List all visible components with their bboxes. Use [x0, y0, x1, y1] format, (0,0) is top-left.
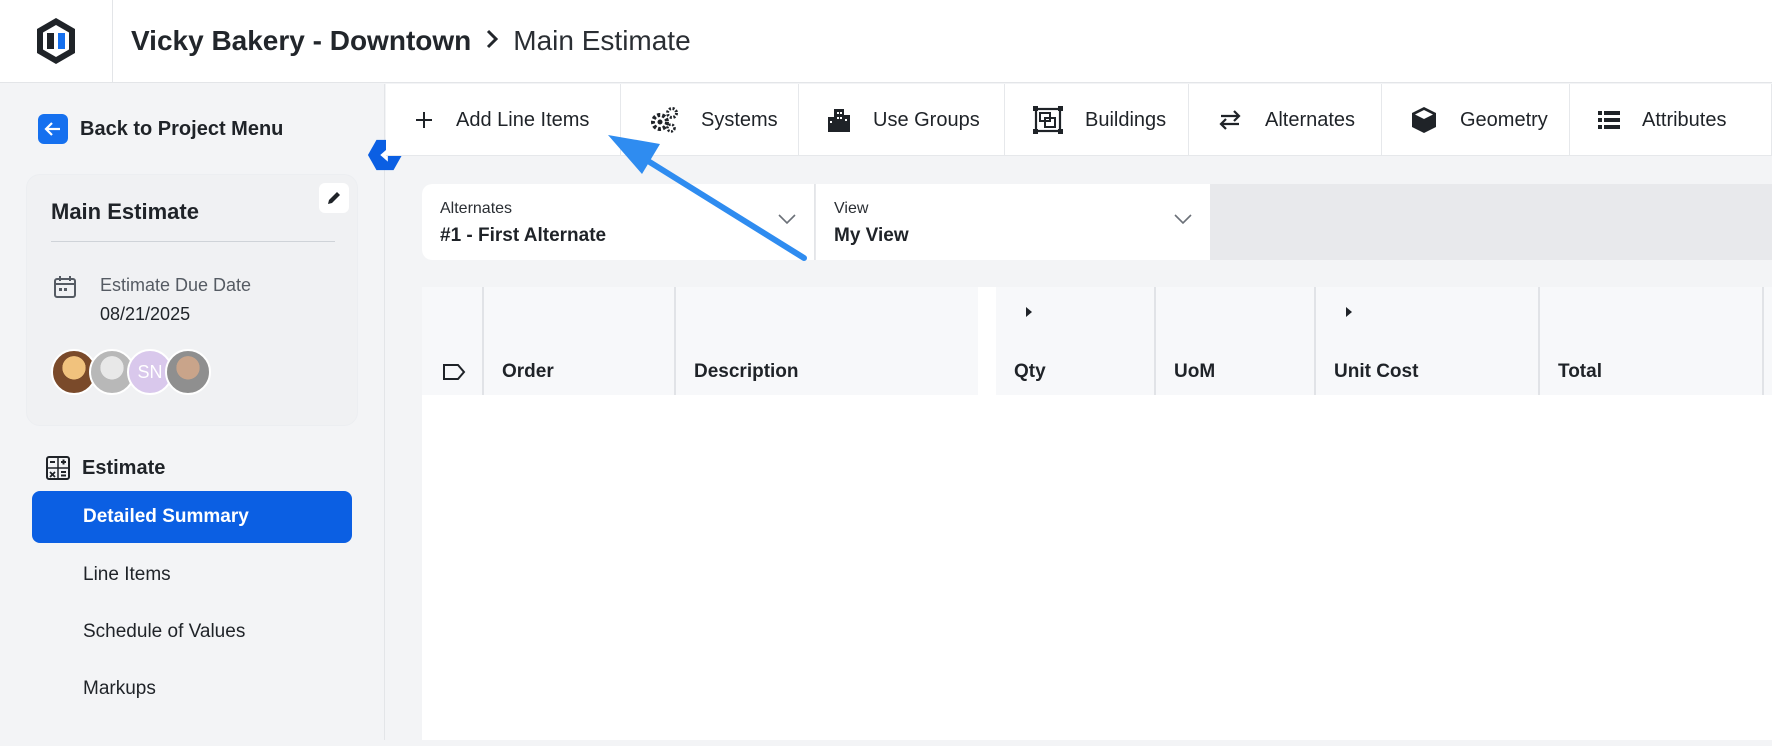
back-label: Back to Project Menu [80, 117, 284, 140]
use-groups-button[interactable]: Use Groups [799, 84, 1005, 156]
add-line-items-label: Add Line Items [456, 108, 590, 131]
column-header-total[interactable]: Total [1540, 287, 1764, 395]
view-dropdown-label: View [834, 200, 869, 217]
geometry-button[interactable]: Geometry [1382, 84, 1570, 156]
column-gap [978, 287, 996, 395]
due-date-value: 08/21/2025 [100, 304, 191, 324]
alternates-label: Alternates [1265, 108, 1356, 131]
sidebar-item-line-items[interactable]: Line Items [32, 549, 352, 601]
expand-arrow-icon[interactable] [1026, 307, 1032, 317]
expand-arrow-icon[interactable] [1346, 307, 1352, 317]
gears-icon [649, 106, 679, 134]
column-header-label: Total [1558, 361, 1602, 382]
systems-label: Systems [701, 108, 778, 131]
systems-button[interactable]: Systems [621, 84, 799, 156]
logo-icon [37, 18, 75, 64]
add-line-items-button[interactable]: Add Line Items [386, 84, 621, 156]
attributes-label: Attributes [1642, 108, 1727, 131]
tag-icon [443, 364, 466, 380]
chevron-down-icon [778, 212, 796, 230]
alternates-button[interactable]: Alternates [1189, 84, 1382, 156]
swap-arrows-icon [1217, 109, 1243, 131]
breadcrumb-project[interactable]: Vicky Bakery - Downtown [131, 25, 471, 57]
alternates-dropdown-value: #1 - First Alternate [440, 225, 607, 246]
breadcrumb: Vicky Bakery - Downtown Main Estimate [113, 25, 691, 57]
column-header-qty[interactable]: Qty [996, 287, 1156, 395]
table-header: Order Description Qty UoM Unit Cost Tota… [422, 287, 1772, 395]
estimate-title: Main Estimate [51, 199, 199, 224]
sidebar: Back to Project Menu Main Estimate Estim… [0, 84, 385, 746]
app-logo[interactable] [0, 0, 113, 83]
column-header-order[interactable]: Order [484, 287, 676, 395]
pencil-icon [328, 192, 340, 204]
edit-estimate-button[interactable] [319, 183, 349, 213]
use-groups-label: Use Groups [873, 108, 980, 131]
column-header-label: Qty [1014, 361, 1046, 382]
estimate-card: Main Estimate Estimate Due Date 08/21/20… [26, 174, 358, 426]
estimate-nav: Estimate Detailed Summary Line Items Sch… [26, 446, 358, 746]
plus-icon [414, 110, 434, 130]
chevron-right-icon [485, 25, 499, 57]
column-header-label: Unit Cost [1334, 361, 1419, 382]
calculator-icon [46, 456, 70, 480]
avatar[interactable] [165, 349, 211, 395]
due-date-label: Estimate Due Date [100, 275, 252, 295]
top-header: Vicky Bakery - Downtown Main Estimate [0, 0, 1772, 83]
back-to-project-menu-button[interactable]: Back to Project Menu [38, 114, 283, 144]
view-dropdown-value: My View [834, 225, 909, 246]
divider [51, 241, 335, 242]
arrow-left-icon [38, 114, 68, 144]
column-header-label: Order [502, 361, 554, 382]
team-avatars: SN [51, 349, 211, 395]
sidebar-item-detailed-summary[interactable]: Detailed Summary [32, 491, 352, 543]
column-header-label: Description [694, 361, 799, 382]
attributes-button[interactable]: Attributes [1570, 84, 1772, 156]
sidebar-item-markups[interactable]: Markups [32, 663, 352, 715]
view-dropdown[interactable]: View My View [816, 184, 1210, 260]
tag-column-header[interactable] [422, 287, 484, 395]
estimate-table: Order Description Qty UoM Unit Cost Tota… [422, 287, 1772, 740]
cube-icon [1410, 105, 1438, 135]
calendar-icon [53, 275, 77, 304]
estimate-section-header: Estimate [46, 456, 165, 480]
column-header-unit-cost[interactable]: Unit Cost [1316, 287, 1540, 395]
buildings-button[interactable]: Buildings [1005, 84, 1189, 156]
sidebar-item-schedule-of-values[interactable]: Schedule of Values [32, 606, 352, 658]
chevron-down-icon [1174, 212, 1192, 230]
toolbar: Add Line Items Systems Use Groups Buildi… [386, 84, 1772, 156]
list-icon [1598, 110, 1620, 130]
filter-bar: Alternates #1 - First Alternate View My … [422, 184, 1772, 260]
breadcrumb-current: Main Estimate [513, 25, 691, 56]
buildings-label: Buildings [1085, 108, 1167, 131]
column-header-uom[interactable]: UoM [1156, 287, 1316, 395]
alternates-dropdown-label: Alternates [440, 200, 513, 217]
frame-icon [1033, 106, 1063, 134]
geometry-label: Geometry [1460, 108, 1548, 131]
column-header-description[interactable]: Description [676, 287, 978, 395]
building-icon [827, 107, 851, 133]
alternates-dropdown[interactable]: Alternates #1 - First Alternate [422, 184, 815, 260]
estimate-section-label: Estimate [82, 456, 166, 479]
column-header-label: UoM [1174, 361, 1216, 382]
